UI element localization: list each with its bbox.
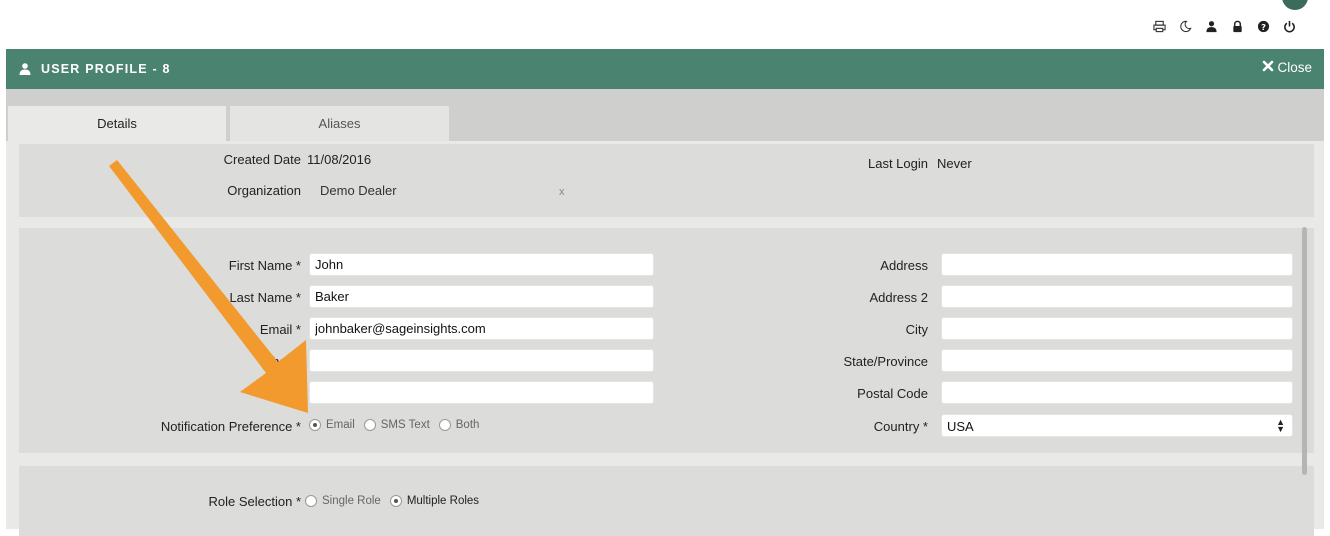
power-icon[interactable] bbox=[1276, 14, 1302, 38]
last-login-label: Last Login bbox=[868, 156, 928, 171]
country-value: USA bbox=[947, 419, 974, 434]
radio-icon bbox=[363, 419, 376, 431]
last-name-label: Last Name * bbox=[229, 290, 301, 305]
country-label: Country * bbox=[873, 419, 928, 434]
phone-field[interactable] bbox=[309, 349, 654, 372]
user-icon[interactable] bbox=[1198, 14, 1224, 38]
postal-code-field[interactable] bbox=[941, 381, 1293, 404]
avatar[interactable] bbox=[1282, 0, 1308, 10]
select-caret-icon: ▲ ▼ bbox=[1276, 417, 1285, 434]
first-name-field[interactable] bbox=[309, 253, 654, 276]
user-icon bbox=[18, 62, 32, 76]
clear-organization-button[interactable]: x bbox=[559, 186, 565, 198]
address2-field[interactable] bbox=[941, 285, 1293, 308]
radio-selected-icon bbox=[389, 495, 402, 507]
top-toolbar: ? bbox=[1146, 14, 1302, 38]
city-field[interactable] bbox=[941, 317, 1293, 340]
created-date-label: Created Date bbox=[223, 152, 301, 167]
lock-icon[interactable] bbox=[1224, 14, 1250, 38]
window-title: USER PROFILE - 8 bbox=[41, 62, 171, 76]
notification-email-radio[interactable]: Email bbox=[309, 419, 355, 431]
radio-icon bbox=[438, 419, 451, 431]
country-select[interactable]: USA ▲ ▼ bbox=[941, 414, 1293, 437]
notification-preference-group: Email SMS Text Both bbox=[309, 419, 488, 431]
phone-label: Phone bbox=[263, 354, 301, 369]
info-panel: Created Date 11/08/2016 Organization Dem… bbox=[19, 144, 1314, 217]
last-name-field[interactable] bbox=[309, 285, 654, 308]
radio-icon bbox=[305, 495, 317, 507]
tab-aliases[interactable]: Aliases bbox=[230, 106, 449, 141]
details-content: Created Date 11/08/2016 Organization Dem… bbox=[6, 141, 1324, 536]
moon-icon[interactable] bbox=[1172, 14, 1198, 38]
address2-label: Address 2 bbox=[869, 290, 928, 305]
organization-value: Demo Dealer bbox=[320, 183, 397, 198]
role-selection-label: Role Selection * bbox=[208, 494, 302, 509]
city-label: City bbox=[905, 322, 928, 337]
mobile-label: Mobile bbox=[262, 386, 301, 401]
user-form-panel: First Name * Last Name * Email * Phone M… bbox=[19, 228, 1314, 453]
svg-text:?: ? bbox=[1261, 21, 1266, 31]
single-role-radio[interactable]: Single Role bbox=[305, 495, 381, 507]
state-province-field[interactable] bbox=[941, 349, 1293, 372]
mobile-field[interactable] bbox=[309, 381, 654, 404]
close-button[interactable]: Close bbox=[1262, 60, 1312, 75]
notification-both-radio[interactable]: Both bbox=[438, 419, 479, 431]
window-titlebar: USER PROFILE - 8 Close bbox=[6, 49, 1324, 89]
close-label: Close bbox=[1277, 60, 1312, 75]
role-selection-group: Single Role Multiple Roles bbox=[305, 495, 488, 507]
address-label: Address bbox=[880, 258, 928, 273]
email-field[interactable] bbox=[309, 317, 654, 340]
last-login-value: Never bbox=[937, 156, 972, 171]
multiple-roles-radio[interactable]: Multiple Roles bbox=[389, 495, 479, 507]
notification-preference-label: Notification Preference * bbox=[160, 419, 301, 434]
postal-code-label: Postal Code bbox=[857, 386, 928, 401]
role-panel: Role Selection * Single Role Multiple Ro… bbox=[19, 466, 1314, 536]
created-date-value: 11/08/2016 bbox=[307, 152, 372, 167]
help-icon[interactable]: ? bbox=[1250, 14, 1276, 38]
notification-sms-radio[interactable]: SMS Text bbox=[363, 419, 430, 431]
organization-label: Organization bbox=[227, 183, 301, 198]
tab-details[interactable]: Details bbox=[8, 106, 226, 141]
print-icon[interactable] bbox=[1146, 14, 1172, 38]
close-icon bbox=[1262, 60, 1274, 75]
radio-selected-icon bbox=[309, 419, 321, 431]
tab-bar: Details Aliases bbox=[6, 89, 1324, 141]
state-province-label: State/Province bbox=[843, 354, 928, 369]
scrollbar[interactable] bbox=[1302, 227, 1307, 475]
first-name-label: First Name * bbox=[228, 258, 301, 273]
email-label: Email * bbox=[259, 322, 301, 337]
address-field[interactable] bbox=[941, 253, 1293, 276]
